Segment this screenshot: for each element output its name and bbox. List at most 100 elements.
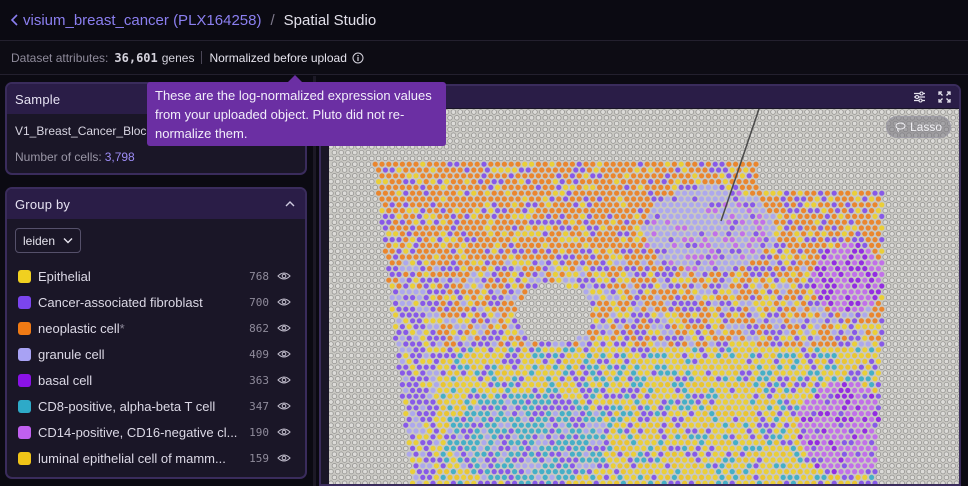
tissue-spot — [885, 178, 892, 185]
tissue-spot — [372, 161, 378, 167]
group-by-header[interactable]: Group by — [7, 189, 305, 219]
info-icon[interactable] — [352, 52, 364, 64]
sliders-icon[interactable] — [913, 91, 926, 103]
eye-icon[interactable] — [277, 453, 291, 463]
tissue-spot — [913, 109, 919, 115]
eye-icon[interactable] — [277, 427, 291, 437]
tissue-spot — [671, 289, 677, 295]
tissue-spot — [933, 283, 939, 289]
tissue-spot — [913, 167, 919, 173]
tissue-image-canvas[interactable]: Lasso — [328, 108, 961, 486]
tissue-spot — [433, 393, 439, 399]
tissue-spot — [848, 289, 854, 295]
eye-icon[interactable] — [277, 375, 291, 385]
tissue-spot — [355, 248, 361, 254]
fullscreen-icon[interactable] — [938, 91, 951, 103]
tissue-spot — [661, 260, 667, 266]
tissue-spot — [586, 248, 592, 254]
color-swatch[interactable] — [18, 451, 31, 465]
tissue-spot — [620, 295, 626, 301]
tissue-spot — [549, 138, 555, 144]
tissue-spot — [719, 184, 725, 190]
color-swatch[interactable] — [18, 321, 31, 335]
color-swatch[interactable] — [18, 295, 31, 309]
legend-item[interactable]: luminal epithelial cell of mamm... 159 — [7, 445, 305, 471]
eye-icon[interactable] — [277, 349, 291, 359]
eye-icon[interactable] — [277, 401, 291, 411]
tissue-spot — [491, 295, 497, 301]
eye-icon[interactable] — [277, 323, 291, 333]
tissue-spot — [603, 219, 609, 225]
eye-icon[interactable] — [277, 297, 291, 307]
tissue-spot — [474, 254, 480, 260]
tissue-spot-plot[interactable] — [328, 108, 961, 486]
breadcrumb-project-link[interactable]: visium_breast_cancer (PLX164258) — [10, 12, 261, 29]
tissue-spot — [403, 179, 409, 185]
tissue-spot — [828, 173, 834, 179]
tissue-spot — [797, 167, 803, 173]
tissue-spot — [906, 376, 912, 382]
tissue-spot — [464, 202, 470, 208]
tissue-spot — [736, 237, 742, 243]
tissue-spot — [862, 358, 868, 364]
tissue-spot — [845, 144, 851, 150]
tissue-spot — [566, 190, 572, 196]
legend-item[interactable]: CD8-positive, alpha-beta T cell 347 — [7, 393, 305, 419]
color-swatch[interactable] — [18, 399, 31, 413]
legend-item[interactable]: granule cell 409 — [7, 341, 305, 367]
tissue-spot — [498, 109, 504, 115]
tissue-spot — [733, 277, 739, 283]
tissue-spot — [389, 248, 395, 254]
tissue-spot — [617, 242, 623, 248]
tissue-spot — [348, 376, 355, 382]
color-swatch[interactable] — [18, 425, 31, 439]
tissue-spot — [607, 248, 613, 254]
tissue-spot — [671, 382, 677, 388]
group-by-select[interactable]: leiden — [15, 228, 81, 253]
legend-item[interactable]: neoplastic cell* 862 — [7, 315, 305, 341]
legend-item[interactable]: CD14-positive, CD16-negative cl... 190 — [7, 419, 305, 445]
tissue-spot — [705, 393, 711, 399]
legend-item[interactable]: Epithelial 768 — [7, 263, 305, 289]
tissue-spot — [539, 109, 545, 115]
legend-item[interactable]: Cancer-associated fibroblast 700 — [7, 289, 305, 315]
tissue-spot — [461, 382, 467, 388]
tissue-spot — [488, 231, 494, 237]
tissue-spot — [716, 306, 722, 312]
normalization-status[interactable]: Normalized before upload — [209, 51, 364, 65]
tissue-spot — [790, 225, 796, 231]
color-swatch[interactable] — [18, 269, 31, 283]
tissue-spot — [457, 329, 463, 335]
tissue-spot — [875, 173, 882, 179]
breadcrumb-project[interactable]: visium_breast_cancer (PLX164258) — [23, 12, 261, 29]
tissue-spot — [525, 225, 531, 231]
tissue-spot — [549, 208, 555, 214]
tissue-spot — [586, 295, 592, 301]
tissue-spot — [930, 312, 936, 318]
tissue-spot — [600, 329, 606, 335]
tissue-spot — [821, 324, 827, 330]
tissue-spot — [787, 335, 793, 341]
tissue-spot — [610, 370, 616, 376]
tissue-spot — [532, 399, 538, 405]
tissue-spot — [396, 399, 402, 405]
color-swatch[interactable] — [18, 373, 31, 387]
tissue-spot — [532, 179, 538, 185]
tissue-spot — [549, 173, 555, 179]
chevron-up-icon[interactable] — [285, 200, 295, 208]
tissue-spot — [794, 312, 800, 318]
tissue-spot — [467, 219, 473, 225]
tissue-spot — [821, 173, 827, 179]
tissue-spot — [784, 306, 790, 312]
legend-item[interactable]: basal cell 363 — [7, 367, 305, 393]
tissue-spot — [804, 376, 810, 382]
eye-icon[interactable] — [277, 271, 291, 281]
tissue-spot — [705, 126, 712, 133]
tissue-spot — [355, 178, 361, 185]
tissue-spot — [756, 167, 763, 173]
tissue-spot — [386, 393, 392, 399]
tissue-spot — [658, 300, 664, 306]
tissue-spot — [722, 295, 728, 301]
color-swatch[interactable] — [18, 347, 31, 361]
tissue-spot — [413, 382, 419, 388]
